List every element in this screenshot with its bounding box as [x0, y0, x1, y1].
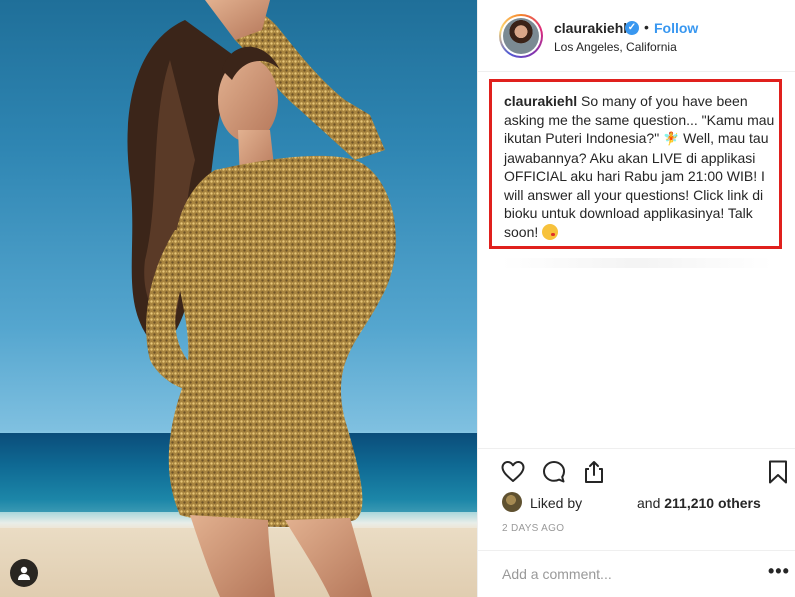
caption-highlight-box: claurakiehl So many of you have been ask…	[489, 79, 782, 249]
liked-by-label: Liked by	[530, 495, 583, 511]
tagged-users-button[interactable]	[10, 559, 38, 587]
likes-count-link[interactable]: and 211,210 others	[637, 495, 761, 511]
verified-badge-icon: ✓	[625, 21, 639, 35]
post-side-panel: claurakiehl ✓ • Follow Los Angeles, Cali…	[477, 0, 795, 597]
bookmark-icon	[769, 460, 787, 484]
photo-model-figure	[127, 0, 396, 597]
likes-count: 211,210 others	[664, 495, 761, 511]
share-button[interactable]	[581, 459, 607, 485]
post-photo[interactable]	[0, 0, 477, 597]
comment-input[interactable]	[502, 564, 742, 584]
liker-avatar[interactable]	[502, 492, 522, 512]
post-actions-bar	[478, 448, 795, 492]
faded-comments-area	[502, 258, 772, 268]
post-timestamp[interactable]: 2 DAYS AGO	[502, 523, 564, 534]
more-options-button[interactable]: •••	[768, 561, 790, 582]
caption-username-link[interactable]: claurakiehl	[504, 93, 577, 109]
share-icon	[585, 461, 603, 483]
author-avatar[interactable]	[499, 14, 543, 58]
author-username-link[interactable]: claurakiehl	[554, 20, 627, 36]
user-icon	[18, 566, 30, 580]
like-button[interactable]	[500, 459, 526, 485]
likes-and-label: and	[637, 495, 661, 511]
header-separator: •	[644, 19, 649, 35]
save-button[interactable]	[765, 459, 791, 485]
caption-text-part2: Well, mau tau jawabannya? Aku akan LIVE …	[504, 130, 769, 240]
heart-icon	[501, 461, 525, 482]
likes-summary: Liked by and 211,210 others	[502, 492, 782, 516]
fairy-emoji-icon: 🧚	[663, 131, 680, 146]
comment-icon	[543, 461, 565, 483]
kissing-face-emoji-icon	[542, 223, 559, 240]
comment-button[interactable]	[541, 459, 567, 485]
location-link[interactable]: Los Angeles, California	[554, 40, 677, 54]
post-caption: claurakiehl So many of you have been ask…	[504, 92, 776, 241]
add-comment-bar: •••	[478, 550, 795, 597]
post-header: claurakiehl ✓ • Follow Los Angeles, Cali…	[478, 0, 795, 72]
follow-button[interactable]: Follow	[654, 20, 698, 36]
